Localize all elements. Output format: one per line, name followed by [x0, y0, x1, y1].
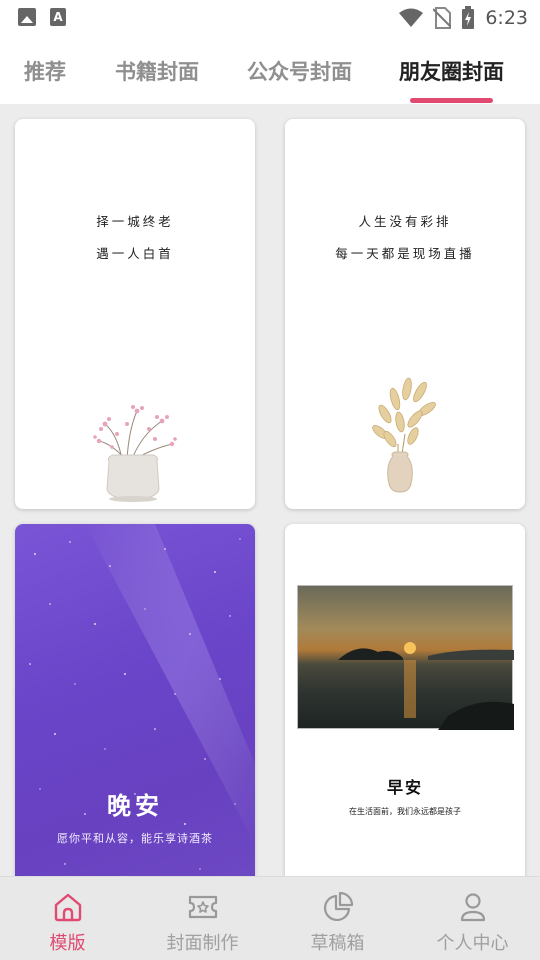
template-card-2[interactable]: 人生没有彩排 每一天都是现场直播: [285, 119, 525, 509]
status-bar: A 6:23: [0, 0, 540, 36]
template-line-2: 每一天都是现场直播: [335, 246, 475, 261]
sunset-photo: [297, 585, 514, 730]
tab-moments-cover[interactable]: 朋友圈封面: [399, 56, 504, 86]
nav-templates[interactable]: 模版: [0, 877, 135, 960]
template-card-3[interactable]: 晚安 愿你平和从容，能乐享诗酒茶: [15, 524, 255, 876]
text-notification-icon: A: [50, 8, 66, 26]
dried-grass-vase-illustration: [372, 377, 436, 493]
nav-profile[interactable]: 个人中心: [405, 877, 540, 960]
wifi-icon: [399, 8, 424, 27]
nav-drafts[interactable]: 草稿箱: [270, 877, 405, 960]
flower-vase-illustration: [93, 405, 177, 502]
template-subtitle: 在生活面前，我们永远都是孩子: [349, 807, 461, 816]
tab-official-account-cover[interactable]: 公众号封面: [247, 56, 352, 86]
bottom-navigation: 模版 封面制作 草稿箱 个人中心: [0, 876, 540, 960]
template-card-1[interactable]: 择一城终老 遇一人白首: [15, 119, 255, 509]
template-subtitle: 愿你平和从容，能乐享诗酒茶: [57, 832, 213, 845]
image-notification-icon: [18, 8, 36, 26]
active-tab-indicator: [410, 98, 493, 103]
nav-label: 模版: [49, 933, 86, 954]
starry-sky-background: [29, 524, 255, 870]
clock: 6:23: [485, 7, 528, 29]
tab-book-cover[interactable]: 书籍封面: [115, 56, 199, 86]
pie-chart-icon: [323, 891, 353, 922]
template-line-2: 遇一人白首: [96, 246, 174, 261]
nav-cover-making[interactable]: 封面制作: [135, 877, 270, 960]
ticket-star-icon: [188, 895, 217, 919]
no-sim-icon: [433, 7, 452, 29]
user-icon: [460, 893, 485, 922]
category-tabs: 推荐 书籍封面 公众号封面 朋友圈封面: [0, 36, 540, 104]
template-grid: 择一城终老 遇一人白首 人生没有彩排 每一天都是现场直播 晚安 愿你平和从容，能…: [0, 104, 540, 876]
nav-label: 个人中心: [436, 933, 509, 954]
home-icon: [54, 893, 81, 922]
template-card-4[interactable]: 早安 在生活面前，我们永远都是孩子: [285, 524, 525, 876]
battery-charging-icon: [462, 6, 475, 29]
template-line-1: 择一城终老: [96, 214, 174, 229]
nav-label: 封面制作: [166, 933, 239, 954]
template-line-1: 人生没有彩排: [358, 214, 452, 229]
nav-label: 草稿箱: [310, 933, 365, 954]
template-title: 早安: [386, 778, 423, 797]
tab-recommend[interactable]: 推荐: [24, 56, 66, 86]
template-title: 晚安: [107, 792, 163, 820]
